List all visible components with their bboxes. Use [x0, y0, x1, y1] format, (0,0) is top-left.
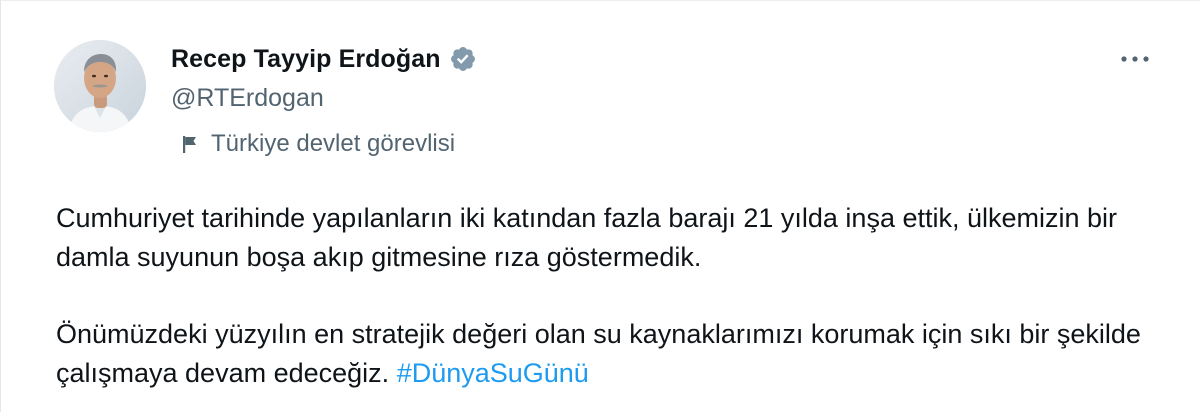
avatar[interactable]	[54, 40, 146, 132]
flag-icon	[179, 133, 201, 155]
more-options-button[interactable]	[1113, 45, 1157, 73]
hashtag-link[interactable]: #DünyaSuGünü	[397, 358, 589, 388]
verified-badge-icon[interactable]	[449, 45, 477, 73]
tweet-body: Cumhuriyet tarihinde yapılanların iki ka…	[56, 199, 1176, 393]
tweet-paragraph-text: Önümüzdeki yüzyılın en stratejik değeri …	[56, 319, 1141, 388]
affiliation-label-text: Türkiye devlet görevlisi	[211, 130, 456, 157]
avatar-image	[54, 40, 146, 132]
tweet-paragraph: Cumhuriyet tarihinde yapılanların iki ka…	[56, 203, 1118, 272]
affiliation-label: Türkiye devlet görevlisi	[179, 128, 455, 160]
author-name-row: Recep Tayyip Erdoğan	[171, 43, 477, 75]
author-handle[interactable]: @RTErdogan	[171, 84, 324, 113]
divider	[1, 0, 1200, 1]
tweet-paragraph: Önümüzdeki yüzyılın en stratejik değeri …	[56, 315, 1176, 393]
author-display-name[interactable]: Recep Tayyip Erdoğan	[171, 45, 441, 74]
more-options-icon	[1121, 56, 1149, 62]
tweet-card: Recep Tayyip Erdoğan @RTErdogan Türkiye …	[0, 0, 1200, 412]
